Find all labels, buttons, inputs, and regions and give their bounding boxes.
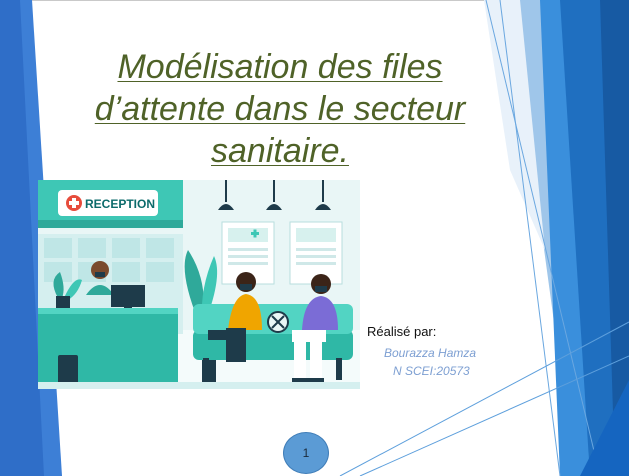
page-number: 1 <box>283 432 329 474</box>
presented-by-label: Réalisé par: <box>367 324 437 339</box>
author-name: Bourazza Hamza <box>384 346 477 360</box>
monitor-icon <box>111 285 145 307</box>
reception-illustration: RECEPTION <box>38 180 360 389</box>
reception-sign-text: RECEPTION <box>85 197 155 211</box>
slide: Modélisation des files d’attente dans le… <box>0 0 629 476</box>
slide-title: Modélisation des files d’attente dans le… <box>94 48 466 170</box>
scei-number: N SCEI:20573 <box>393 364 470 378</box>
page-number-label: 1 <box>302 446 310 460</box>
